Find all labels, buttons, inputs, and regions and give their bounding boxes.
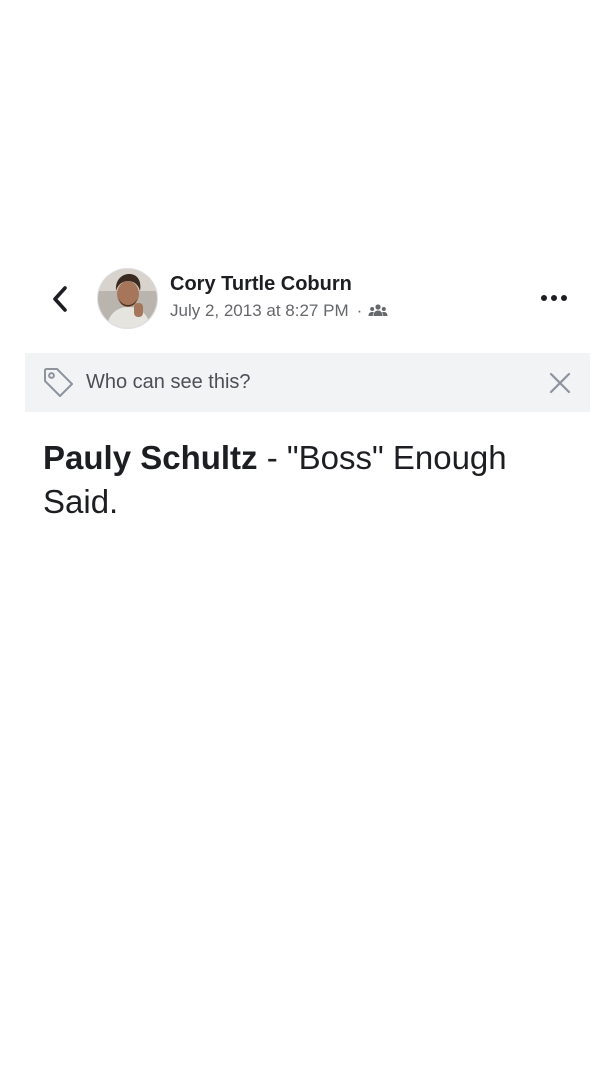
- privacy-banner: Who can see this?: [25, 353, 590, 412]
- avatar-photo: [98, 269, 157, 328]
- chevron-left-icon: [53, 286, 67, 312]
- post-meta: July 2, 2013 at 8:27 PM ·: [170, 301, 388, 321]
- who-can-see-this-link[interactable]: Who can see this?: [86, 371, 251, 394]
- meta-separator: ·: [356, 301, 363, 320]
- post-text: Pauly Schultz - "Boss" Enough Said.: [43, 436, 558, 524]
- more-options-button[interactable]: [538, 286, 570, 310]
- tag-icon: [44, 368, 73, 397]
- more-dots-icon: [541, 295, 567, 301]
- avatar[interactable]: [97, 268, 158, 329]
- friends-icon: [368, 304, 388, 316]
- back-button[interactable]: [44, 281, 76, 317]
- post-timestamp[interactable]: July 2, 2013 at 8:27 PM: [170, 301, 349, 321]
- author-name[interactable]: Cory Turtle Coburn: [170, 273, 352, 296]
- tagged-person-link[interactable]: Pauly Schultz: [43, 439, 258, 476]
- audience-button[interactable]: [368, 303, 388, 319]
- post-detail-page: Cory Turtle Coburn July 2, 2013 at 8:27 …: [0, 0, 600, 1067]
- post-header: Cory Turtle Coburn July 2, 2013 at 8:27 …: [0, 266, 600, 332]
- close-icon: [549, 372, 571, 394]
- close-banner-button[interactable]: [547, 370, 573, 396]
